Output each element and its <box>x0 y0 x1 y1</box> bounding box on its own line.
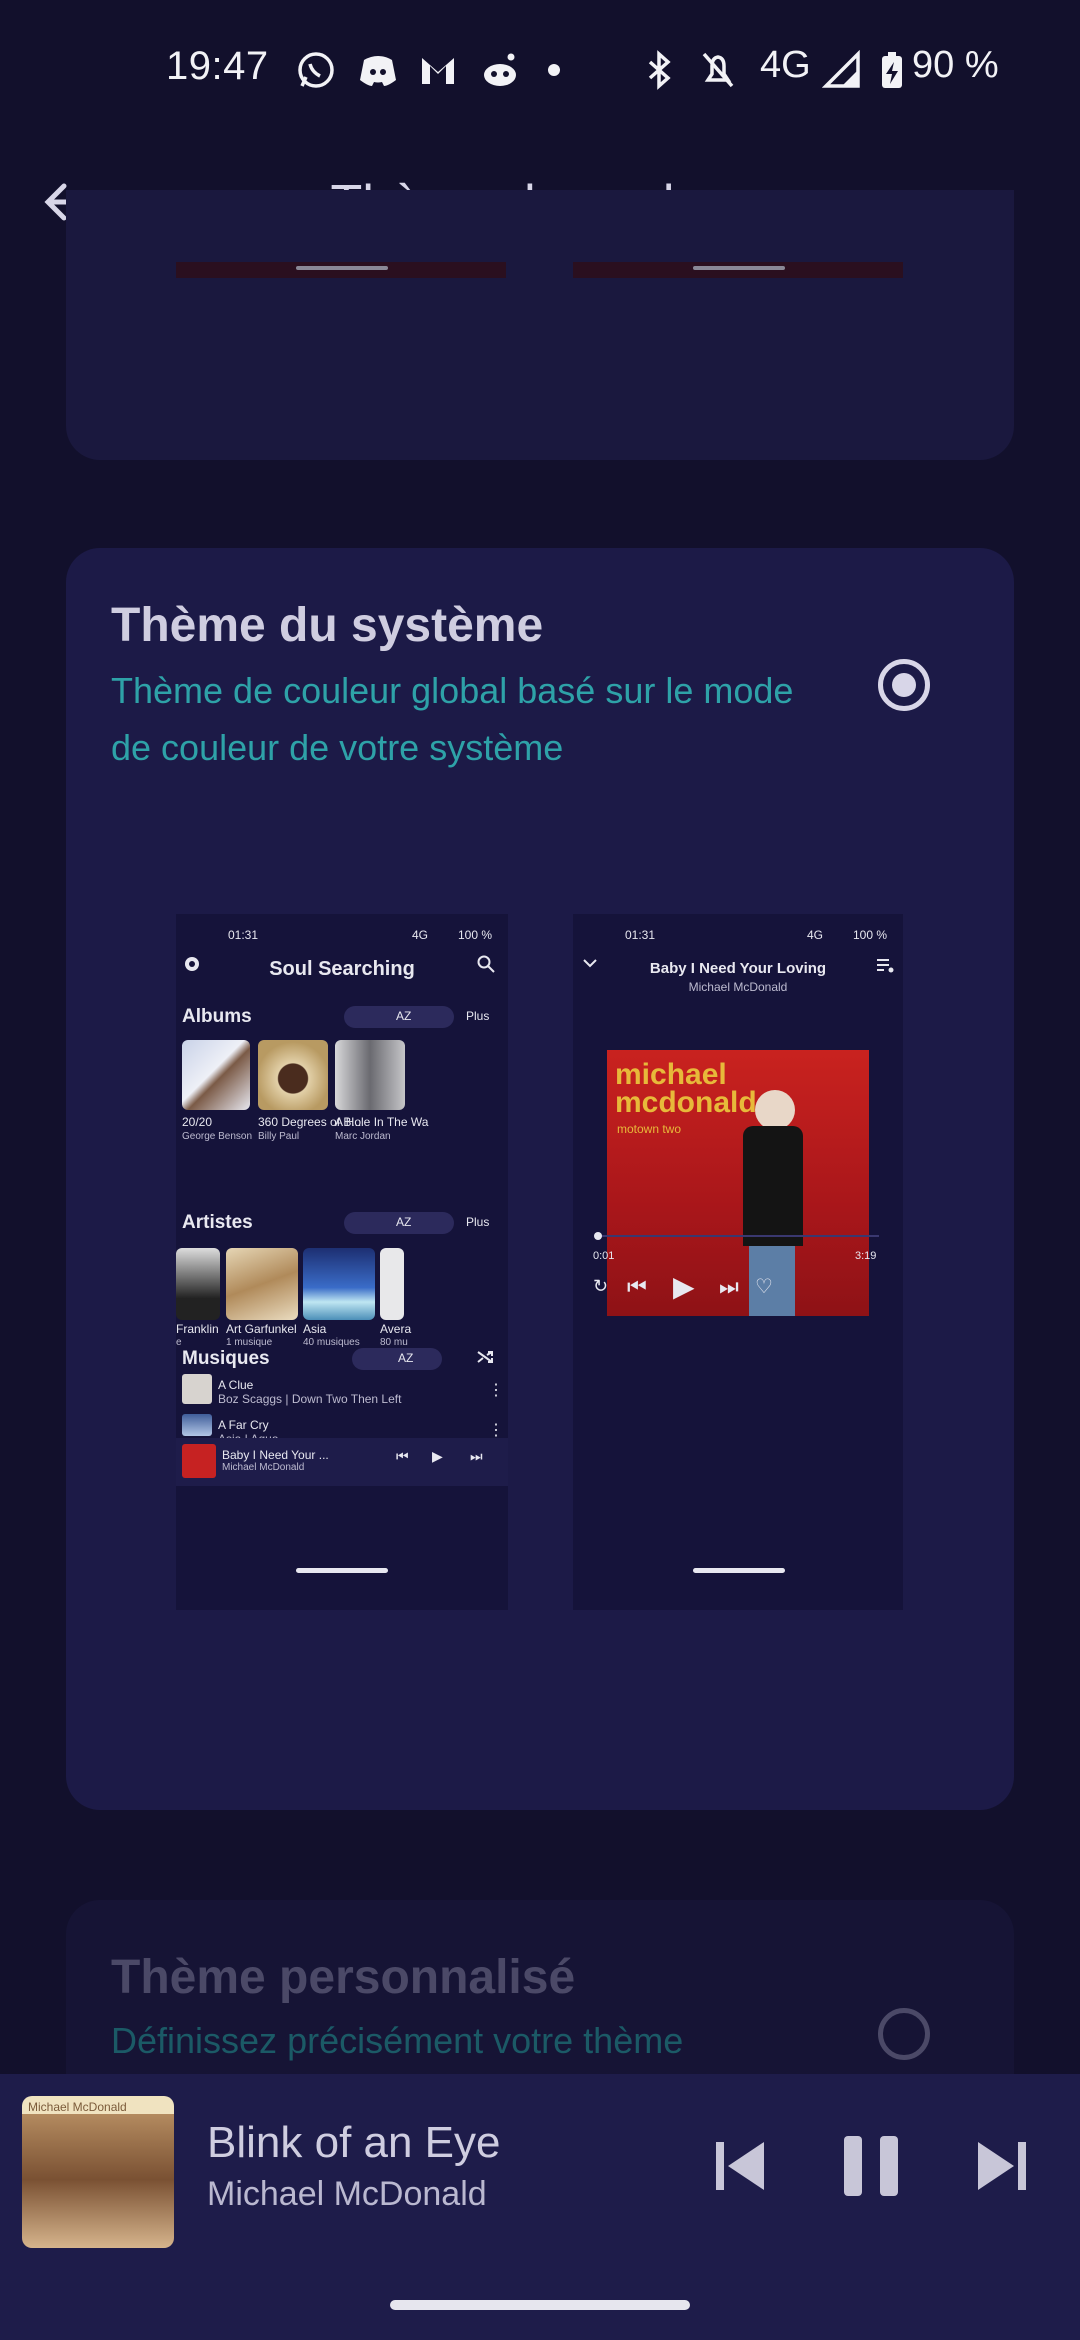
album-artist: Billy Paul <box>258 1131 300 1142</box>
mini-player-cover: Michael McDonald <box>22 2096 174 2248</box>
mini-player-title: Blink of an Eye <box>207 2118 501 2167</box>
song-title: A Clue <box>218 1378 254 1392</box>
album-artist: George Benson <box>182 1131 253 1142</box>
elapsed-time: 0:01 <box>593 1250 615 1262</box>
artist-count: 40 musiques <box>303 1337 360 1348</box>
artist-name: Art Garfunkel <box>226 1322 297 1336</box>
custom-theme-subtitle: Définissez précisément votre thème <box>111 2020 684 2061</box>
library-preview: 01:31 4G 100 % Soul Searching Albums AZ … <box>176 914 508 1610</box>
preview-time: 01:31 <box>625 928 656 942</box>
play-icon: ▶ <box>432 1448 443 1464</box>
status-bar: 19:47 4G 90 % <box>0 0 1080 140</box>
artists-heading: Artistes <box>182 1212 253 1233</box>
bluetooth-icon <box>648 50 671 90</box>
song-title: A Far Cry <box>218 1418 269 1432</box>
preview-time: 01:31 <box>228 928 259 942</box>
now-playing-title: Baby I Need Your ... <box>222 1448 329 1462</box>
bell-off-icon <box>702 52 734 88</box>
now-playing-thumb <box>182 1444 216 1478</box>
preview-track-title: Baby I Need Your Loving <box>649 960 827 977</box>
artist-name: Asia <box>303 1322 327 1336</box>
album-title: 20/20 <box>182 1115 213 1129</box>
more-vert-icon: ⋮ <box>488 1382 504 1399</box>
custom-theme-radio[interactable] <box>878 2008 930 2060</box>
heart-icon: ♡ <box>755 1276 773 1298</box>
battery-charging-icon <box>882 52 902 88</box>
artists-more: Plus <box>466 1215 490 1229</box>
now-playing-artist: Michael McDonald <box>222 1462 305 1473</box>
album-cover <box>182 1040 250 1110</box>
skip-previous-icon: ⏮ <box>396 1448 409 1464</box>
album-title: A Hole In The Wa <box>335 1115 429 1129</box>
song-thumb <box>182 1374 212 1404</box>
discord-icon <box>360 56 396 86</box>
preview-battery: 100 % <box>853 928 888 942</box>
whatsapp-icon <box>298 52 334 88</box>
songs-az: AZ <box>398 1351 414 1365</box>
preview-homebar <box>693 1568 785 1573</box>
album-cover <box>258 1040 328 1110</box>
shuffle-icon <box>477 1351 493 1363</box>
system-theme-title: Thème du système <box>111 599 544 652</box>
artist-name: Avera <box>380 1322 412 1336</box>
skip-previous-icon[interactable] <box>710 2136 770 2196</box>
cover-figure-body <box>743 1126 803 1246</box>
preview-battery: 100 % <box>458 928 493 942</box>
battery-level: 90 % <box>912 44 999 86</box>
progress-thumb[interactable] <box>594 1232 603 1240</box>
artist-count: 80 mu <box>380 1337 408 1348</box>
cover-figure-head <box>755 1090 795 1130</box>
artist-photo <box>176 1248 220 1320</box>
dot-icon <box>548 64 560 76</box>
preview-track-artist: Michael McDonald <box>688 980 788 994</box>
cover-text: mcdonald <box>615 1086 757 1119</box>
mini-player-artist: Michael McDonald <box>207 2175 487 2213</box>
signal-icon <box>822 50 860 88</box>
queue-music-icon <box>877 959 894 973</box>
albums-heading: Albums <box>182 1006 252 1027</box>
skip-previous-icon: ⏮ <box>627 1274 647 1299</box>
artist-count: e <box>176 1337 182 1348</box>
albums-more: Plus <box>466 1009 490 1023</box>
song-meta: Boz Scaggs | Down Two Then Left <box>218 1392 402 1406</box>
album-artist: Marc Jordan <box>335 1131 391 1142</box>
gmail-icon <box>422 58 454 84</box>
album-cover <box>335 1040 405 1110</box>
skip-next-icon[interactable] <box>972 2136 1032 2196</box>
total-time: 3:19 <box>855 1250 877 1262</box>
reddit-icon <box>484 53 516 86</box>
theme-card-previous[interactable] <box>66 190 1014 460</box>
status-time: 19:47 <box>166 44 269 88</box>
repeat-icon: ↻ <box>593 1276 609 1296</box>
artist-photo <box>380 1248 404 1320</box>
custom-theme-title: Thème personnalisé <box>111 1951 576 2004</box>
albums-az: AZ <box>396 1009 412 1023</box>
pause-icon[interactable] <box>842 2134 902 2198</box>
cover-text: Michael McDonald <box>28 2100 127 2114</box>
system-theme-subtitle: Thème de couleur global basé sur le mode… <box>111 670 794 768</box>
songs-sort-chip <box>352 1348 442 1370</box>
player-preview: 01:31 4G 100 % Baby I Need Your Loving M… <box>573 914 903 1610</box>
preview-network: 4G <box>412 928 429 942</box>
progress-track[interactable] <box>597 1235 879 1237</box>
artist-count: 1 musique <box>226 1337 273 1348</box>
cover-text: motown two <box>617 1122 682 1136</box>
preview-network: 4G <box>807 928 824 942</box>
preview-screen-title: Soul Searching <box>269 958 415 980</box>
artists-az: AZ <box>396 1215 412 1229</box>
search-icon <box>477 955 495 973</box>
artist-photo <box>226 1248 298 1320</box>
system-theme-radio[interactable] <box>878 659 930 711</box>
network-type: 4G <box>760 44 811 86</box>
more-vert-icon: ⋮ <box>488 1422 504 1439</box>
preview-homebar <box>296 1568 388 1573</box>
artist-name: Franklin <box>176 1322 219 1336</box>
skip-next-icon: ⏭ <box>470 1448 483 1464</box>
gesture-navigation-bar[interactable] <box>390 2300 690 2310</box>
artist-photo <box>303 1248 375 1320</box>
songs-heading: Musiques <box>182 1348 270 1369</box>
play-icon: ▶ <box>673 1271 695 1302</box>
song-thumb <box>182 1414 212 1436</box>
skip-next-icon: ⏭ <box>719 1274 739 1299</box>
